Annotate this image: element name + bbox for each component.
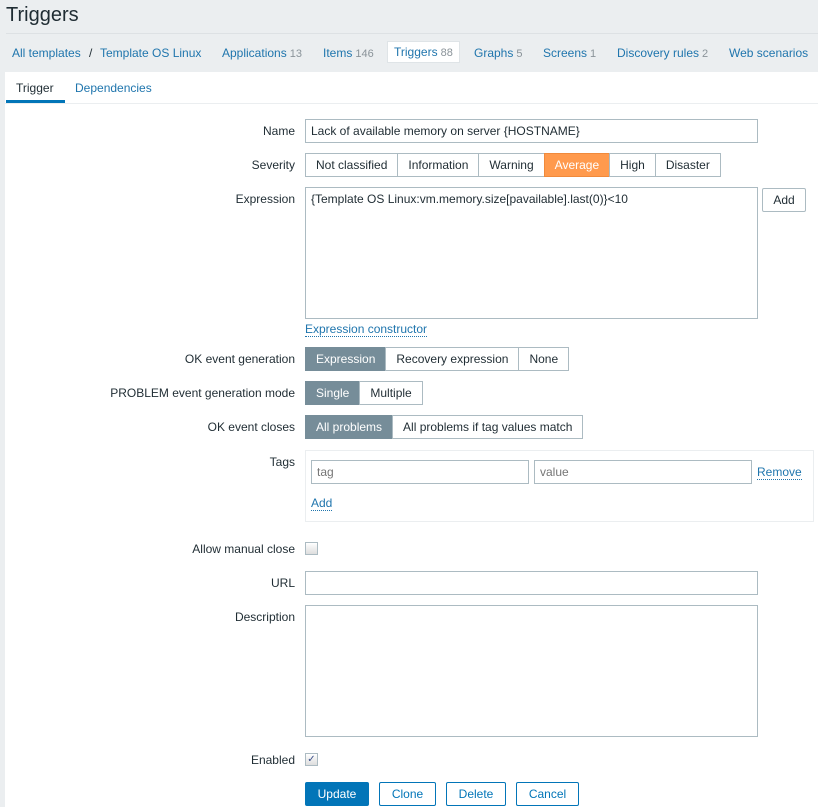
url-label: URL: [270, 576, 295, 590]
manual-close-checkbox[interactable]: [305, 542, 318, 555]
nav-count: 13: [289, 48, 302, 60]
ok-event-generation-label: OK event generation: [184, 352, 295, 366]
ok-closes-all[interactable]: All problems: [305, 415, 394, 439]
tab-dependencies[interactable]: Dependencies: [75, 81, 152, 95]
nav-label: Triggers: [394, 45, 438, 59]
enabled-checkbox[interactable]: ✓: [305, 753, 318, 766]
delete-button[interactable]: Delete: [446, 782, 506, 806]
severity-not-classified[interactable]: Not classified: [305, 153, 399, 177]
nav-label: Screens: [543, 46, 588, 60]
manual-close-label: Allow manual close: [192, 542, 295, 556]
nav-items[interactable]: Items 146: [323, 46, 374, 60]
severity-label: Severity: [251, 158, 295, 172]
severity-warning[interactable]: Warning: [478, 153, 545, 177]
tags-label: Tags: [269, 455, 295, 469]
enabled-label: Enabled: [250, 753, 295, 767]
nav-screens[interactable]: Screens 1: [543, 46, 596, 60]
nav-label: Items: [323, 46, 353, 60]
ok-closes-tag-match[interactable]: All problems if tag values match: [392, 415, 584, 439]
tag-add-link[interactable]: Add: [311, 496, 333, 511]
nav-label: Discovery rules: [617, 46, 700, 60]
page-title: Triggers: [6, 4, 79, 26]
name-input[interactable]: [305, 119, 758, 143]
nav-triggers[interactable]: Triggers 88: [387, 41, 460, 63]
problem-mode-selector: Single Multiple: [305, 381, 423, 405]
name-label: Name: [262, 124, 295, 138]
tag-remove-link[interactable]: Remove: [757, 465, 802, 480]
divider: [6, 33, 818, 34]
problem-mode-multiple[interactable]: Multiple: [359, 381, 423, 405]
active-tab-indicator: [6, 100, 65, 103]
ok-event-closes-label: OK event closes: [207, 420, 295, 434]
url-input[interactable]: [305, 571, 758, 595]
nav-web-scenarios[interactable]: Web scenarios: [729, 46, 808, 60]
breadcrumb-separator: /: [89, 46, 93, 60]
nav-count: 1: [590, 48, 597, 60]
nav-count: 2: [702, 48, 709, 60]
ok-gen-recovery-expression[interactable]: Recovery expression: [385, 347, 520, 371]
description-label: Description: [234, 610, 295, 624]
ok-gen-none[interactable]: None: [518, 347, 570, 371]
severity-selector: Not classified Information Warning Avera…: [305, 153, 721, 177]
clone-button[interactable]: Clone: [379, 782, 436, 806]
description-textarea[interactable]: [305, 605, 758, 737]
ok-event-generation-selector: Expression Recovery expression None: [305, 347, 570, 371]
checkmark-icon: ✓: [307, 754, 316, 765]
nav-label: Web scenarios: [729, 46, 809, 60]
tag-value-input[interactable]: [534, 460, 752, 484]
tag-name-input[interactable]: [311, 460, 529, 484]
nav-discovery-rules[interactable]: Discovery rules 2: [617, 46, 708, 60]
nav-graphs[interactable]: Graphs 5: [474, 46, 522, 60]
nav-count: 5: [516, 48, 523, 60]
severity-disaster[interactable]: Disaster: [654, 153, 721, 177]
breadcrumb-template[interactable]: Template OS Linux: [100, 46, 201, 60]
ok-event-closes-selector: All problems All problems if tag values …: [305, 415, 584, 439]
nav-label: Applications: [222, 46, 287, 60]
problem-mode-label: PROBLEM event generation mode: [110, 386, 295, 400]
cancel-button[interactable]: Cancel: [516, 782, 579, 806]
tab-trigger[interactable]: Trigger: [16, 81, 54, 95]
problem-mode-single[interactable]: Single: [305, 381, 361, 405]
expression-label: Expression: [235, 192, 295, 206]
update-button[interactable]: Update: [305, 782, 369, 806]
severity-high[interactable]: High: [609, 153, 656, 177]
severity-average[interactable]: Average: [543, 153, 611, 177]
nav-count: 146: [355, 48, 374, 60]
severity-information[interactable]: Information: [397, 153, 480, 177]
ok-gen-expression[interactable]: Expression: [305, 347, 387, 371]
expression-constructor-link[interactable]: Expression constructor: [305, 322, 428, 337]
expression-textarea[interactable]: {Template OS Linux:vm.memory.size[pavail…: [305, 187, 758, 319]
expression-add-button[interactable]: Add: [762, 188, 806, 212]
nav-count: 88: [440, 47, 453, 59]
nav-applications[interactable]: Applications 13: [222, 46, 302, 60]
nav-label: Graphs: [474, 46, 514, 60]
breadcrumb-all-templates[interactable]: All templates: [12, 46, 81, 60]
